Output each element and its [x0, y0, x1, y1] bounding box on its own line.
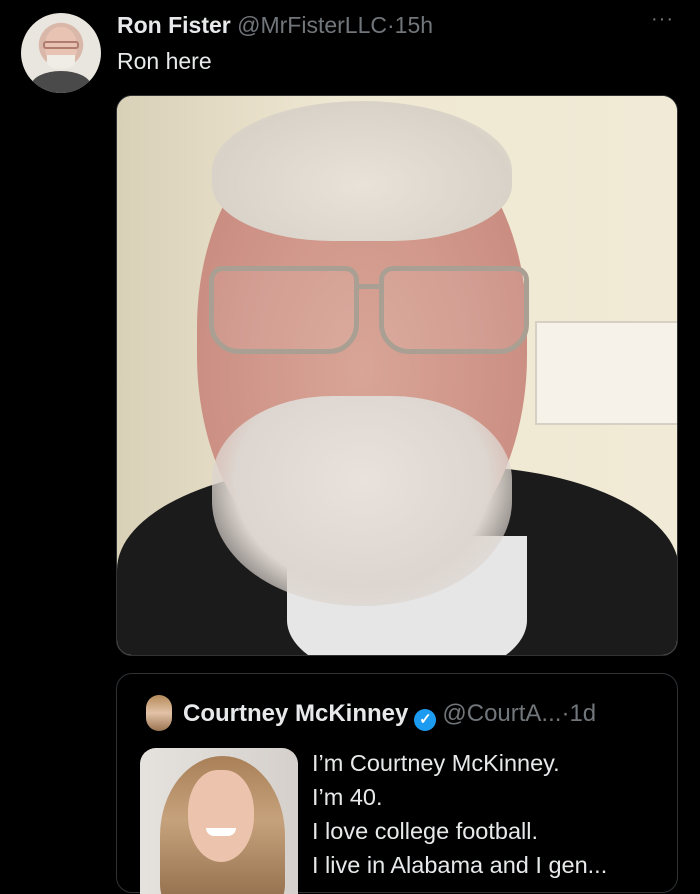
- quoted-text-line: I live in Alabama and I gen...: [312, 852, 608, 878]
- quoted-photo-face: [188, 770, 254, 862]
- left-lens: [209, 266, 359, 354]
- quoted-tweet-photo[interactable]: [140, 748, 298, 894]
- quoted-tweet-time[interactable]: 1d: [569, 700, 596, 727]
- photo-beard: [212, 396, 512, 606]
- verified-badge-icon: ✓: [414, 709, 437, 731]
- author-avatar[interactable]: [21, 13, 101, 93]
- photo-glasses: [209, 266, 539, 356]
- right-lens: [379, 266, 529, 354]
- more-options-icon[interactable]: ···: [651, 8, 674, 31]
- quoted-text-line: I love college football.: [312, 818, 539, 844]
- quoted-tweet[interactable]: Courtney McKinney ✓ @CourtA...·1d I’m Cour…: [116, 673, 678, 894]
- quoted-text-line: I’m 40.: [312, 784, 383, 810]
- quoted-photo-smile: [206, 828, 236, 836]
- tweet-photo[interactable]: [116, 95, 678, 656]
- quoted-tweet-header: Courtney McKinney ✓ @CourtA...·1d: [183, 699, 596, 731]
- quoted-text-line: I’m Courtney McKinney.: [312, 750, 560, 776]
- avatar-beard: [47, 55, 75, 69]
- photo-hair: [212, 101, 512, 241]
- photo-wall-frame: [535, 321, 677, 425]
- quoted-tweet-text: I’m Courtney McKinney. I’m 40. I love co…: [312, 746, 607, 882]
- avatar-glasses: [43, 41, 79, 49]
- avatar-shirt: [31, 71, 91, 93]
- quoted-author-handle[interactable]: @CourtA...: [442, 700, 561, 727]
- quoted-author-name[interactable]: Courtney McKinney: [183, 700, 408, 727]
- tweet-header: Ron Fister @MrFisterLLC·15h: [117, 10, 433, 40]
- separator-dot: ·: [386, 12, 395, 38]
- quoted-author-avatar[interactable]: [146, 695, 172, 731]
- tweet-time[interactable]: 15h: [395, 12, 433, 38]
- author-handle[interactable]: @MrFisterLLC: [237, 12, 387, 38]
- tweet-text: Ron here: [117, 48, 212, 74]
- author-name[interactable]: Ron Fister: [117, 12, 231, 38]
